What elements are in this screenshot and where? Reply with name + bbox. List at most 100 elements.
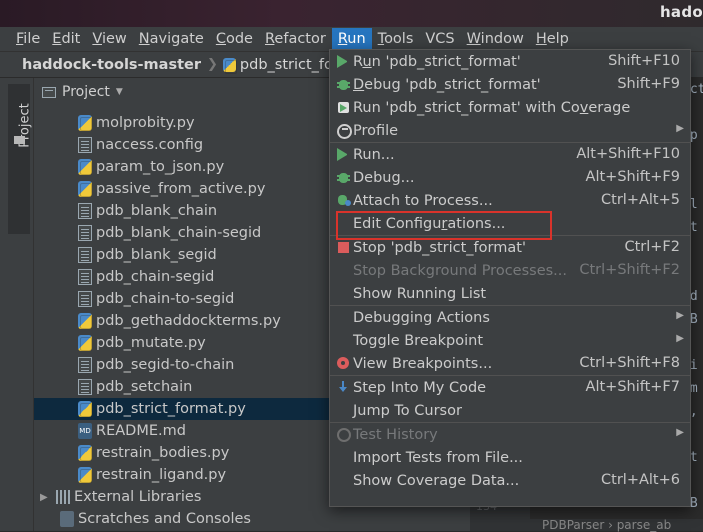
menu-item-jump-to-cursor[interactable]: Jump To Cursor [330, 399, 690, 422]
shortcut-label: Alt+Shift+F7 [585, 379, 680, 395]
editor-breadcrumb[interactable]: PDBParser › parse_ab [470, 519, 703, 531]
menu-item-attach-to-process[interactable]: Attach to Process... Ctrl+Alt+5 [330, 189, 690, 212]
python-file-icon [78, 115, 92, 131]
menu-navigate[interactable]: Navigate [133, 28, 210, 50]
chevron-right-icon[interactable]: ▶ [40, 492, 52, 503]
menu-file[interactable]: File [10, 28, 46, 50]
python-file-icon [78, 313, 92, 329]
markdown-file-icon: MD [78, 423, 92, 439]
menu-item-label: View Breakpoints... [353, 355, 493, 372]
title-bar: hado [0, 0, 703, 27]
menu-edit[interactable]: Edit [46, 28, 86, 50]
text-file-icon [78, 357, 92, 373]
tree-item-label: restrain_ligand.py [96, 467, 227, 483]
menu-item-run-pdb-strict-format[interactable]: Run 'pdb_strict_format' Shift+F10 [330, 50, 690, 73]
menu-item-debug-pdb-strict-format[interactable]: Debug 'pdb_strict_format' Shift+F9 [330, 73, 690, 96]
shortcut-label: Shift+F9 [617, 76, 680, 92]
menu-item-label: Debug 'pdb_strict_format' [353, 76, 541, 93]
tree-item-label: pdb_mutate.py [96, 335, 206, 351]
menu-item-profile[interactable]: Profile ▶ [330, 119, 690, 142]
python-file-icon [78, 159, 92, 175]
shortcut-label: Ctrl+F2 [624, 239, 680, 255]
text-file-icon [78, 247, 92, 263]
shortcut-label: Alt+Shift+F10 [576, 146, 680, 162]
python-file-icon [78, 335, 92, 351]
menu-item-label: Step Into My Code [353, 379, 487, 396]
menu-tools[interactable]: Tools [372, 28, 420, 50]
bug-icon [337, 171, 350, 184]
tree-item-label: pdb_blank_chain [96, 203, 218, 219]
breadcrumb-project[interactable]: haddock-tools-master [22, 57, 201, 73]
menu-run[interactable]: Run [331, 28, 372, 50]
menu-item-step-into-my-code[interactable]: Step Into My Code Alt+Shift+F7 [330, 376, 690, 399]
menu-help[interactable]: Help [530, 28, 575, 50]
menu-item-label: Toggle Breakpoint [353, 332, 484, 349]
tree-item-label: pdb_segid-to-chain [96, 357, 235, 373]
tree-item-label: pdb_setchain [96, 379, 193, 395]
menu-item-label: Debug... [353, 169, 415, 186]
tree-item-label: pdb_chain-segid [96, 269, 215, 285]
menu-item-label: Test History [353, 426, 438, 443]
menu-view[interactable]: View [86, 28, 132, 50]
menu-item-run-pdb-strict-format-with-coverage[interactable]: Run 'pdb_strict_format' with Coverage [330, 96, 690, 119]
coverage-icon [337, 101, 350, 114]
folder-icon [14, 136, 25, 144]
tree-item-scratches-and-consoles[interactable]: Scratches and Consoles [34, 508, 470, 530]
library-icon [56, 490, 70, 504]
menu-refactor[interactable]: Refactor [259, 28, 332, 50]
menu-item-label: Show Coverage Data... [353, 472, 520, 489]
menu-item-toggle-breakpoint[interactable]: Toggle Breakpoint ▶ [330, 329, 690, 352]
text-file-icon [78, 269, 92, 285]
menu-item-label: Attach to Process... [353, 192, 493, 209]
menu-item-label: Stop Background Processes... [353, 262, 567, 279]
tree-item-label: pdb_blank_chain-segid [96, 225, 262, 241]
menu-bar: File Edit View Navigate Code Refactor Run Tools… [0, 27, 703, 51]
menu-item-label: Show Running List [353, 285, 487, 302]
run-menu-dropdown: Run 'pdb_strict_format' Shift+F10 Debug 'p… [329, 49, 691, 507]
text-file-icon [78, 137, 92, 153]
menu-item-label: Jump To Cursor [353, 402, 462, 419]
menu-window[interactable]: Window [461, 28, 530, 50]
tree-item-label: param_to_json.py [96, 159, 225, 175]
python-file-icon [78, 181, 92, 197]
scratch-icon [60, 511, 74, 527]
text-file-icon [78, 291, 92, 307]
menu-item-show-running-list[interactable]: Show Running List [330, 282, 690, 305]
menu-item-debug[interactable]: Debug... Alt+Shift+F9 [330, 166, 690, 189]
menu-item-label: Stop 'pdb_strict_format' [353, 239, 526, 256]
window-title: hado [659, 3, 703, 21]
annotation-highlight-box [336, 211, 552, 240]
menu-item-run[interactable]: Run... Alt+Shift+F10 [330, 143, 690, 166]
tree-item-label: restrain_bodies.py [96, 445, 230, 461]
tree-item-label: pdb_gethaddockterms.py [96, 313, 281, 329]
text-file-icon [78, 379, 92, 395]
project-tool-tab[interactable]: Project [8, 84, 33, 234]
menu-item-label: Profile [353, 122, 399, 139]
tree-item-label: passive_from_active.py [96, 181, 266, 197]
menu-vcs[interactable]: VCS [419, 28, 460, 50]
shortcut-label: Ctrl+Alt+6 [601, 472, 680, 488]
menu-item-import-tests-from-file[interactable]: Import Tests from File... [330, 446, 690, 469]
menu-item-view-breakpoints[interactable]: View Breakpoints... Ctrl+Shift+F8 [330, 352, 690, 375]
tree-item-label: External Libraries [74, 489, 202, 505]
menu-code[interactable]: Code [210, 28, 259, 50]
shortcut-label: Ctrl+Shift+F8 [579, 355, 680, 371]
menu-item-label: Run... [353, 146, 395, 163]
python-file-icon [78, 467, 92, 483]
bug-icon [337, 78, 350, 91]
stop-icon [338, 242, 349, 253]
submenu-arrow-icon: ▶ [676, 333, 684, 344]
menu-item-label: Run 'pdb_strict_format' with Coverage [353, 99, 631, 116]
submenu-arrow-icon: ▶ [676, 310, 684, 321]
menu-item-debugging-actions[interactable]: Debugging Actions ▶ [330, 306, 690, 329]
history-icon [337, 428, 351, 442]
text-file-icon [78, 225, 92, 241]
chevron-down-icon[interactable]: ▼ [116, 87, 123, 97]
menu-item-label: Debugging Actions [353, 309, 490, 326]
menu-item-show-coverage-data[interactable]: Show Coverage Data... Ctrl+Alt+6 [330, 469, 690, 492]
shortcut-label: Shift+F10 [608, 53, 680, 69]
menu-item-test-history: Test History ▶ [330, 423, 690, 446]
tree-item-label: pdb_strict_format.py [96, 401, 246, 417]
python-file-icon [222, 57, 237, 74]
menu-item-label: Import Tests from File... [353, 449, 523, 466]
